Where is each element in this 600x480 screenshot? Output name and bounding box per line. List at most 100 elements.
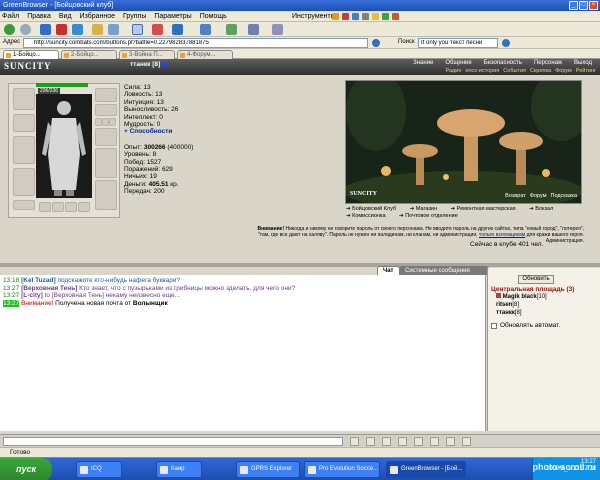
chat-user-link[interactable]: [Kel Tuzad]	[21, 277, 56, 284]
clear-icon[interactable]	[398, 437, 407, 446]
gloves-slot[interactable]	[95, 128, 117, 146]
loc-repair[interactable]: ➔ Ремонтная мастерская	[451, 206, 522, 212]
window-layout-icon[interactable]	[132, 24, 143, 35]
menu-view[interactable]: Вид	[59, 11, 72, 22]
bracer-slot[interactable]	[13, 114, 35, 132]
chat-user-link[interactable]: [L-city]	[21, 292, 43, 299]
armor-slot[interactable]	[13, 168, 35, 196]
ring-slot-2[interactable]	[102, 118, 109, 126]
menu-tools[interactable]: Инструменты	[292, 11, 336, 22]
autorefresh-checkbox[interactable]	[491, 322, 497, 329]
task-gprs[interactable]: GPRS Explorer	[236, 461, 300, 478]
home-icon[interactable]	[40, 24, 51, 35]
maximize-button[interactable]: □	[579, 1, 588, 10]
settings-icon[interactable]	[430, 437, 439, 446]
leaf-icon[interactable]	[382, 13, 389, 20]
task-kair[interactable]: Каир	[156, 461, 202, 478]
menu-edit[interactable]: Правка	[27, 11, 51, 22]
translit-icon[interactable]	[414, 437, 423, 446]
earring-slot[interactable]	[95, 88, 117, 102]
belt-slot[interactable]	[13, 200, 35, 210]
refresh-button[interactable]: Обновить	[518, 275, 554, 284]
proxy-icon[interactable]	[226, 24, 237, 35]
scroll-slot-1[interactable]	[39, 202, 51, 212]
forward-icon[interactable]	[20, 24, 31, 35]
subnav-rating[interactable]: Рейтинг	[574, 67, 598, 75]
subnav-history[interactable]: encs-история	[463, 67, 501, 75]
go-icon[interactable]	[372, 39, 380, 47]
scroll-slot-3[interactable]	[65, 202, 77, 212]
undo-icon[interactable]	[200, 24, 211, 35]
nav-knowledge[interactable]: Знание	[407, 59, 439, 67]
subnav-clip[interactable]: Скрепка	[528, 67, 553, 75]
nav-security[interactable]: Безопасность	[478, 59, 528, 67]
chat-message-input[interactable]	[3, 437, 343, 446]
subnav-radio[interactable]: Радио	[444, 67, 464, 75]
browser-tab-3[interactable]: 3-Война П...	[119, 50, 175, 59]
loc-fight-club[interactable]: ➔ Бойцовский Клуб	[346, 206, 402, 212]
ring-slot-3[interactable]	[109, 118, 116, 126]
back-icon[interactable]	[4, 24, 15, 35]
loc-shop[interactable]: ➔ Магазин	[410, 206, 443, 212]
search-icon[interactable]	[172, 24, 183, 35]
star-icon[interactable]	[372, 13, 379, 20]
tab-chat[interactable]: Чат	[377, 266, 400, 275]
menu-options[interactable]: Параметры	[154, 11, 191, 22]
scene-return-link[interactable]: Возврат	[505, 193, 526, 199]
nav-communication[interactable]: Общение	[439, 59, 477, 67]
help-icon[interactable]	[446, 437, 455, 446]
subnav-events[interactable]: События	[501, 67, 528, 75]
globe-icon[interactable]	[352, 13, 359, 20]
shield-slot[interactable]	[95, 148, 117, 178]
download-icon[interactable]	[248, 24, 259, 35]
scroll-slot-2[interactable]	[52, 202, 64, 212]
search-input[interactable]	[418, 38, 498, 48]
tab-system-messages[interactable]: Системные сообщения	[399, 266, 489, 275]
start-button[interactable]: пуск	[0, 458, 52, 480]
print-icon[interactable]	[108, 24, 119, 35]
address-input[interactable]	[23, 38, 368, 48]
browser-tab-4[interactable]: 4-Форум...	[177, 50, 233, 59]
tools-icon[interactable]	[272, 24, 283, 35]
chat-log[interactable]: 13:18 [Kel Tuzad] подскажите кто-нибудь …	[0, 275, 486, 431]
weapon-slot[interactable]	[13, 136, 35, 164]
key-icon[interactable]	[362, 13, 369, 20]
minimize-button[interactable]: _	[569, 1, 578, 10]
user-list-item[interactable]: Magik black[10]	[496, 293, 547, 301]
save-icon[interactable]	[92, 24, 103, 35]
exit-chat-icon[interactable]	[462, 437, 471, 446]
task-pes[interactable]: Pro Evolution Socce...	[304, 461, 380, 478]
menu-help[interactable]: Помощь	[200, 11, 227, 22]
autorefresh-toggle[interactable]: Обновлять автомат.	[491, 322, 560, 329]
brush-icon[interactable]	[332, 13, 339, 20]
nav-exit[interactable]: Выход	[568, 59, 598, 67]
send-icon[interactable]	[350, 437, 359, 446]
ring-slot-1[interactable]	[95, 118, 102, 126]
menu-favorites[interactable]: Избранное	[80, 11, 115, 22]
user-list-item[interactable]: ritsen[8]	[496, 301, 519, 309]
loc-post-office[interactable]: ➔ Почтовое отделение	[399, 213, 464, 219]
amulet-slot[interactable]	[95, 104, 117, 116]
close-button[interactable]: ×	[589, 1, 598, 10]
info-icon[interactable]	[162, 61, 167, 67]
gear-icon[interactable]	[392, 13, 399, 20]
user-list-item[interactable]: ттанкк[8]	[496, 309, 522, 317]
loc-commission[interactable]: ➔ Комиссионка	[346, 213, 392, 219]
task-icq[interactable]: ICQ	[76, 461, 122, 478]
notice-link[interactable]: только взломщикам	[479, 232, 525, 238]
flag-icon[interactable]	[342, 13, 349, 20]
abilities-link[interactable]: + Способности	[124, 128, 193, 135]
stop-icon[interactable]	[56, 24, 67, 35]
filter-icon[interactable]	[382, 437, 391, 446]
nav-character[interactable]: Персонаж	[528, 59, 568, 67]
smile-icon[interactable]	[366, 437, 375, 446]
favorites-icon[interactable]	[152, 24, 163, 35]
task-greenbrowser[interactable]: GreenBrowser - [Бой...	[386, 461, 466, 478]
boots-slot[interactable]	[95, 180, 117, 210]
chat-user-link[interactable]: [Верховная Тень]	[21, 285, 77, 292]
browser-tab-2[interactable]: 2-Бойцо...	[61, 50, 117, 59]
scene-forum-link[interactable]: Форум	[530, 193, 547, 199]
search-go-icon[interactable]	[502, 39, 510, 47]
helmet-slot[interactable]	[13, 88, 35, 110]
game-scene[interactable]: SUNCITY Возврат Форум Подсказка	[343, 71, 591, 211]
